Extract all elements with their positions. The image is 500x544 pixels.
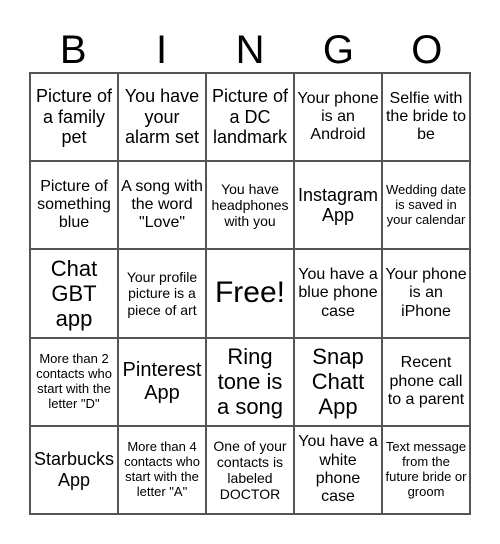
header-letter-n: N bbox=[235, 28, 265, 72]
bingo-cell[interactable]: You have your alarm set bbox=[119, 74, 207, 163]
bingo-cell[interactable]: Recent phone call to a parent bbox=[383, 338, 471, 427]
bingo-cell[interactable]: Starbucks App bbox=[31, 426, 119, 515]
bingo-cell[interactable]: Your phone is an iPhone bbox=[383, 250, 471, 339]
bingo-cell[interactable]: Your profile picture is a piece of art bbox=[119, 250, 207, 339]
bingo-cell[interactable]: More than 4 contacts who start with the … bbox=[119, 426, 207, 515]
bingo-cell[interactable]: Snap Chatt App bbox=[295, 338, 383, 427]
bingo-cell[interactable]: You have headphones with you bbox=[207, 162, 295, 251]
bingo-cell[interactable]: Chat GBT app bbox=[31, 250, 119, 339]
bingo-cell[interactable]: Text message from the future bride or gr… bbox=[383, 426, 471, 515]
bingo-header: B I N G O bbox=[29, 28, 471, 72]
bingo-cell[interactable]: Picture of something blue bbox=[31, 162, 119, 251]
bingo-cell[interactable]: Wedding date is saved in your calendar bbox=[383, 162, 471, 251]
header-letter-g: G bbox=[322, 28, 354, 72]
free-space[interactable]: Free! bbox=[207, 250, 295, 339]
bingo-cell[interactable]: You have a blue phone case bbox=[295, 250, 383, 339]
header-letter-o: O bbox=[411, 28, 443, 72]
bingo-cell[interactable]: Your phone is an Android bbox=[295, 74, 383, 163]
bingo-cell[interactable]: More than 2 contacts who start with the … bbox=[31, 338, 119, 427]
bingo-cell[interactable]: Selfie with the bride to be bbox=[383, 74, 471, 163]
bingo-cell[interactable]: Instagram App bbox=[295, 162, 383, 251]
bingo-cell[interactable]: Pinterest App bbox=[119, 338, 207, 427]
bingo-cell[interactable]: One of your contacts is labeled DOCTOR bbox=[207, 426, 295, 515]
bingo-cell[interactable]: You have a white phone case bbox=[295, 426, 383, 515]
bingo-cell[interactable]: Picture of a DC landmark bbox=[207, 74, 295, 163]
bingo-cell[interactable]: Ring tone is a song bbox=[207, 338, 295, 427]
header-letter-b: B bbox=[59, 28, 87, 72]
bingo-cell[interactable]: Picture of a family pet bbox=[31, 74, 119, 163]
header-letter-i: I bbox=[156, 28, 168, 72]
bingo-card-grid: Picture of a family pet You have your al… bbox=[29, 72, 471, 515]
bingo-cell[interactable]: A song with the word "Love" bbox=[119, 162, 207, 251]
